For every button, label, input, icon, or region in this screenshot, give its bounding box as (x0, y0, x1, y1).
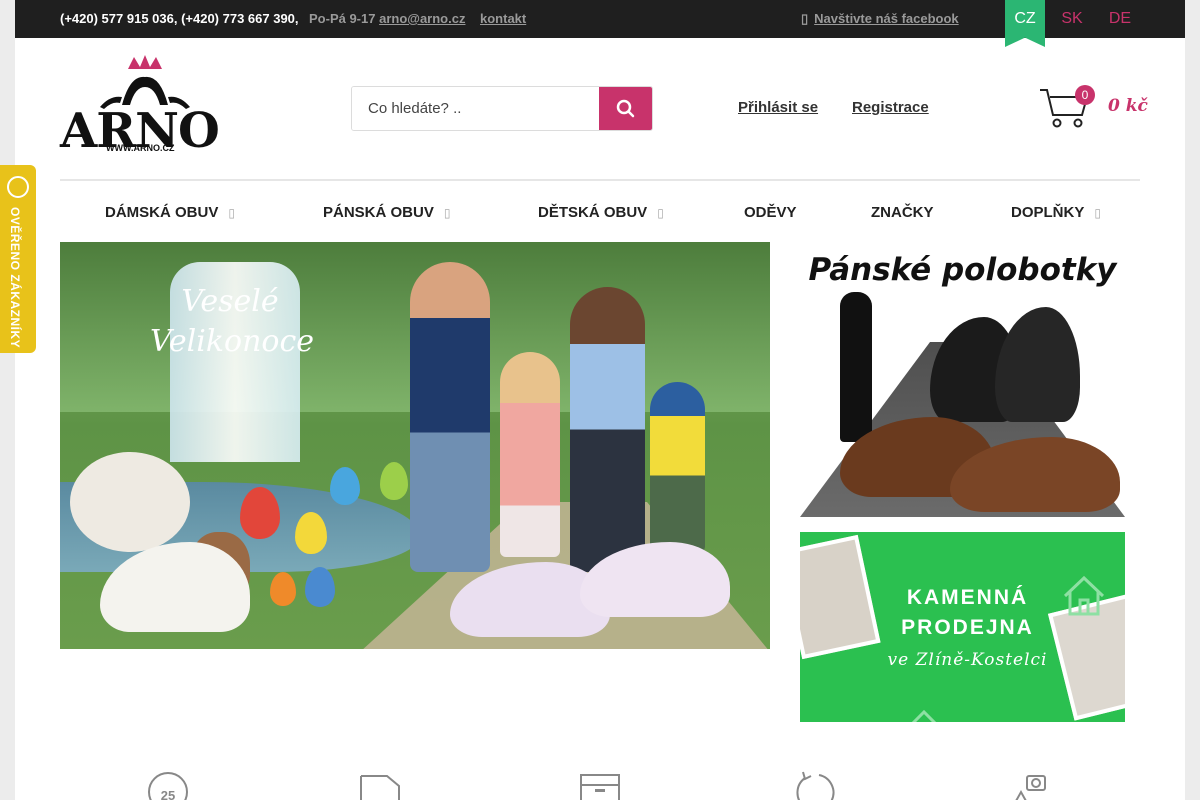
cart-count-badge: 0 (1075, 85, 1095, 105)
search-button[interactable] (599, 87, 652, 130)
logo[interactable]: ARNO WWW.ARNO.CZ (60, 55, 230, 159)
main-nav: DÁMSKÁ OBUV ▯ PÁNSKÁ OBUV ▯ DĚTSKÁ OBUV ▯ O… (60, 194, 1140, 230)
clock-25-icon: 25 (148, 772, 188, 800)
banner-panske-polobotky[interactable]: Pánské polobotky (800, 242, 1125, 517)
nav-item-label: PÁNSKÁ OBUV (323, 204, 434, 221)
nav-item-damska-obuv[interactable]: DÁMSKÁ OBUV ▯ (105, 204, 235, 221)
svg-text:25: 25 (161, 788, 175, 800)
search-icon (616, 99, 635, 118)
facebook-link-text: Navštivte náš facebook (814, 11, 959, 26)
chevron-down-icon: ▯ (1094, 206, 1101, 220)
banner-line-2: PRODEJNA (901, 616, 1034, 639)
truck-icon (360, 775, 400, 800)
register-link[interactable]: Registrace (852, 99, 929, 116)
hero-banner-easter[interactable]: Veselé Velikonoce (60, 242, 770, 649)
nav-item-label: DĚTSKÁ OBUV (538, 204, 648, 221)
nav-item-label: ODĚVY (744, 204, 797, 221)
camera-icon (1015, 775, 1046, 800)
person-woman (570, 287, 645, 572)
language-de[interactable]: DE (1103, 0, 1137, 38)
cart-total[interactable]: 0 kč (1108, 96, 1148, 116)
house-icon (911, 709, 937, 722)
hours-text: Po-Pá 9-17 (309, 11, 376, 26)
chevron-down-icon: ▯ (228, 206, 235, 220)
easter-egg-image (305, 567, 335, 607)
chevron-down-icon: ▯ (657, 206, 664, 220)
facebook-link[interactable]: ▯ Navštivte náš facebook (801, 11, 959, 27)
banner-line-1: KAMENNÁ (906, 586, 1029, 609)
opening-hours: Po-Pá 9-17 arno@arno.cz (309, 11, 465, 26)
heureka-seal-icon (7, 176, 29, 198)
language-cz[interactable]: CZ (1005, 0, 1045, 47)
nav-item-znacky[interactable]: ZNAČKY (871, 204, 934, 221)
person-man (410, 262, 490, 572)
crown-logo-icon (100, 55, 190, 109)
banner-kamenna-prodejna[interactable]: KAMENNÁ PRODEJNA ve Zlíně-Kostelci (800, 532, 1125, 722)
box-icon (580, 774, 620, 800)
banner-line-3: ve Zlíně-Kostelci (887, 650, 1048, 670)
easter-egg-image (330, 467, 360, 505)
cart-button[interactable]: 0 (1037, 85, 1097, 130)
contact-link[interactable]: kontakt (480, 11, 526, 26)
lamb-image (70, 452, 190, 552)
badge-text: OVĚŘENO ZÁKAZNÍKY (8, 207, 22, 349)
nav-item-detska-obuv[interactable]: DĚTSKÁ OBUV ▯ (538, 204, 664, 221)
nav-item-label: DÁMSKÁ OBUV (105, 204, 219, 221)
easter-egg-image (380, 462, 408, 500)
black-shoe-image (995, 307, 1080, 422)
page: (+420) 577 915 036, (+420) 773 667 390, … (15, 0, 1185, 800)
logo-url: WWW.ARNO.CZ (106, 143, 175, 153)
easter-egg-image (270, 572, 296, 606)
nav-item-label: ZNAČKY (871, 204, 934, 221)
search-input[interactable] (352, 87, 602, 130)
return-icon (796, 771, 835, 800)
chevron-down-icon: ▯ (443, 206, 451, 220)
nav-item-odevy[interactable]: ODĚVY (744, 204, 797, 221)
nav-item-panska-obuv[interactable]: PÁNSKÁ OBUV ▯ (323, 204, 450, 221)
person-boy (650, 382, 705, 552)
email-link[interactable]: arno@arno.cz (379, 11, 465, 26)
language-sk[interactable]: SK (1055, 0, 1089, 38)
hero-title: Veselé Velikonoce (150, 284, 315, 359)
facebook-icon: ▯ (801, 11, 809, 26)
banner-title: Pánské polobotky (808, 252, 1117, 288)
verified-customers-badge[interactable]: OVĚŘENO ZÁKAZNÍKY (0, 165, 36, 353)
login-link[interactable]: Přihlásit se (738, 99, 818, 116)
businessman-silhouette-image (840, 292, 872, 442)
easter-egg-image (295, 512, 327, 554)
person-girl (500, 352, 560, 557)
nav-item-doplnky[interactable]: DOPLŇKY ▯ (1011, 204, 1101, 221)
phone-numbers: (+420) 577 915 036, (+420) 773 667 390, (60, 11, 299, 26)
search-box (351, 86, 653, 131)
header-divider (60, 179, 1140, 181)
nav-item-label: DOPLŇKY (1011, 204, 1085, 221)
